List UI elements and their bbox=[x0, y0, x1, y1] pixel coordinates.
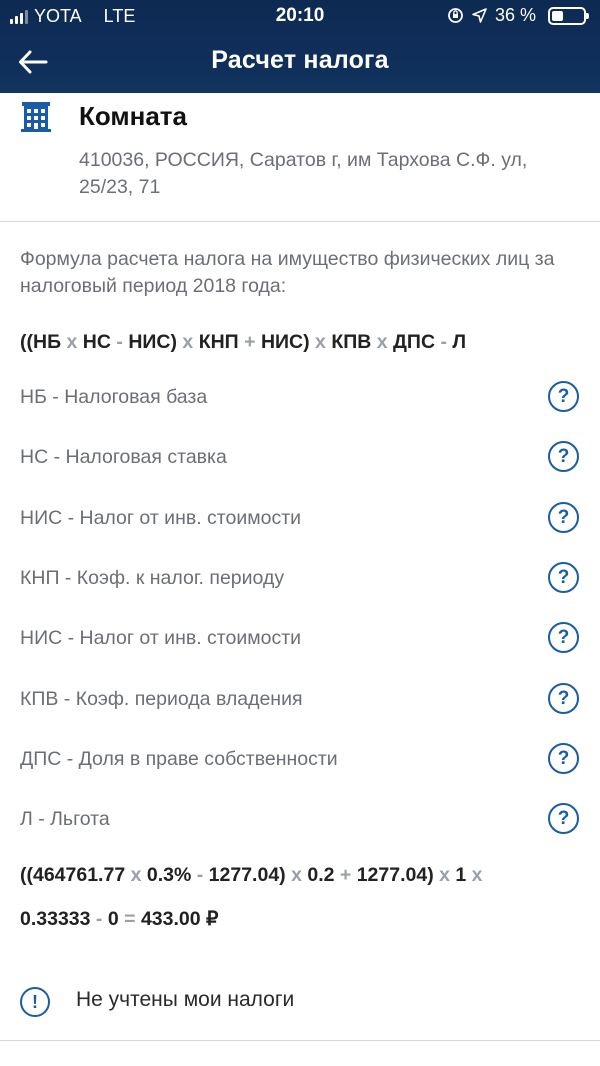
calc-operator: = bbox=[124, 908, 136, 930]
definition-label: НБ - Налоговая база bbox=[20, 386, 208, 408]
orientation-lock-icon bbox=[448, 8, 463, 23]
calc-operator: + bbox=[339, 864, 352, 886]
formula-operator: - bbox=[440, 331, 447, 353]
location-arrow-icon bbox=[472, 8, 487, 23]
calc-operator: - bbox=[95, 908, 103, 930]
help-icon[interactable]: ? bbox=[548, 622, 579, 653]
definition-label: КНП - Коэф. к налог. периоду bbox=[20, 567, 285, 589]
missing-taxes-link[interactable]: ! Не учтены мои налоги bbox=[0, 975, 600, 1041]
help-icon[interactable]: ? bbox=[548, 562, 579, 593]
calc-operator: x bbox=[439, 864, 450, 886]
page-title: Расчет налога bbox=[211, 46, 389, 74]
definition-label: КПВ - Коэф. периода владения bbox=[20, 688, 303, 710]
missing-taxes-label: Не учтены мои налоги bbox=[76, 988, 295, 1011]
battery-percent: 36 % bbox=[494, 5, 536, 25]
calc-term: 0.33333 bbox=[20, 908, 91, 930]
navigation-bar: Расчет налога bbox=[0, 32, 600, 93]
definition-row: ДПС - Доля в праве собственности ? bbox=[0, 738, 600, 782]
definition-label: НС - Налоговая ставка bbox=[20, 446, 227, 468]
property-card: Комната 410036, РОССИЯ, Саратов г, им Та… bbox=[0, 93, 600, 222]
definition-label: НИС - Налог от инв. стоимости bbox=[20, 627, 302, 649]
formula-term: ((НБ bbox=[20, 331, 62, 353]
formula-operator: + bbox=[244, 331, 256, 353]
definition-label: Л - Льгота bbox=[20, 808, 110, 830]
tax-result: 433.00 ₽ bbox=[140, 908, 219, 930]
tax-formula: ((НБ x НС - НИС) x КНП + НИС) x КПВ x ДП… bbox=[20, 331, 590, 354]
definition-label: ДПС - Доля в праве собственности bbox=[20, 748, 338, 770]
definition-row: НБ - Налоговая база ? bbox=[0, 376, 600, 420]
formula-description: Формула расчета налога на имущество физи… bbox=[20, 248, 555, 297]
formula-operator: x bbox=[315, 331, 326, 353]
help-icon[interactable]: ? bbox=[548, 683, 579, 714]
property-address: 410036, РОССИЯ, Саратов г, им Тархова С.… bbox=[79, 149, 528, 198]
formula-term: НИС) bbox=[260, 331, 310, 353]
exclamation-icon: ! bbox=[20, 987, 50, 1017]
battery-level bbox=[552, 10, 563, 21]
calc-term: 0.2 bbox=[307, 864, 335, 886]
status-bar: YOTA LTE 20:10 36 % bbox=[0, 0, 600, 32]
calc-term: 1277.04) bbox=[356, 864, 434, 886]
calc-operator: x bbox=[291, 864, 302, 886]
formula-term: Л bbox=[452, 331, 467, 353]
calc-term: 0.3% bbox=[146, 864, 192, 886]
help-icon[interactable]: ? bbox=[548, 803, 579, 834]
formula-operator: x bbox=[182, 331, 194, 353]
help-icon[interactable]: ? bbox=[548, 441, 579, 472]
definition-row: КПВ - Коэф. периода владения ? bbox=[0, 678, 600, 722]
formula-term: НИС) bbox=[128, 331, 177, 353]
property-type: Комната bbox=[79, 101, 187, 131]
help-icon[interactable]: ? bbox=[548, 743, 579, 774]
formula-operator: x bbox=[376, 331, 388, 353]
formula-term: ДПС bbox=[393, 331, 436, 353]
formula-term: КПВ bbox=[331, 331, 372, 353]
app-header: YOTA LTE 20:10 36 % Расчет налога bbox=[0, 0, 600, 93]
definition-row: НИС - Налог от инв. стоимости ? bbox=[0, 617, 600, 661]
calc-term: ((464761.77 bbox=[20, 864, 126, 886]
calc-term: 1 bbox=[455, 864, 467, 886]
building-icon bbox=[21, 102, 51, 132]
battery-icon bbox=[548, 6, 589, 25]
calc-term: 0 bbox=[107, 908, 119, 930]
calc-operator: x bbox=[471, 864, 483, 886]
formula-operator: - bbox=[116, 331, 123, 353]
definition-row: НС - Налоговая ставка ? bbox=[0, 436, 600, 480]
tax-calculation: ((464761.77 x 0.3% - 1277.04) x 0.2 + 12… bbox=[20, 853, 585, 941]
definition-row: Л - Льгота ? bbox=[0, 798, 600, 842]
formula-term: КНП bbox=[198, 331, 239, 353]
calc-term: 1277.04) bbox=[208, 864, 286, 886]
help-icon[interactable]: ? bbox=[548, 381, 579, 412]
definition-row: КНП - Коэф. к налог. периоду ? bbox=[0, 557, 600, 601]
formula-term: НС bbox=[82, 331, 111, 353]
definition-row: НИС - Налог от инв. стоимости ? bbox=[0, 497, 600, 541]
definition-label: НИС - Налог от инв. стоимости bbox=[20, 507, 302, 529]
help-icon[interactable]: ? bbox=[548, 502, 579, 533]
calc-operator: - bbox=[196, 864, 204, 886]
status-bar-right: 36 % bbox=[447, 5, 589, 26]
calc-operator: x bbox=[130, 864, 142, 886]
formula-operator: x bbox=[66, 331, 78, 353]
